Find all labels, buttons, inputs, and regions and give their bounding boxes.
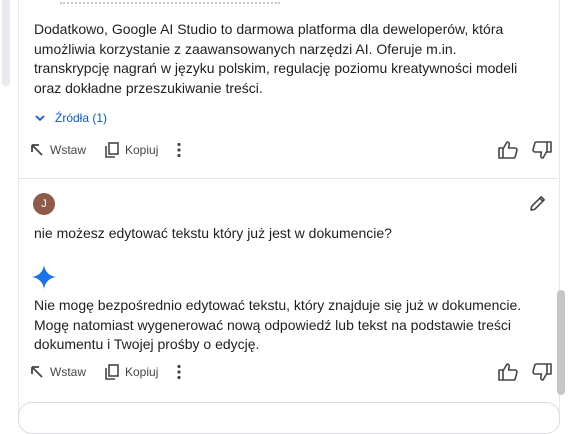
copy-label: Kopiuj: [125, 143, 159, 157]
copy-button[interactable]: Kopiuj: [105, 138, 158, 162]
thumbs-up-button[interactable]: [498, 138, 524, 162]
assistant-response-text: Nie mogę bezpośrednio edytować tekstu, k…: [34, 297, 522, 352]
assistant-response-text: Dodatkowo, Google AI Studio to darmowa p…: [34, 21, 518, 96]
thumbs-down-button[interactable]: [532, 360, 558, 384]
thumbs-down-icon: [532, 141, 552, 159]
more-options-button[interactable]: [176, 138, 188, 162]
thumbs-down-icon: [532, 363, 552, 381]
response-actions: Wstaw Kopiuj: [30, 138, 555, 162]
more-options-button[interactable]: [176, 360, 188, 384]
insert-arrow-icon: [31, 144, 43, 156]
sources-label: Źródła (1): [55, 111, 108, 125]
edit-button[interactable]: [529, 194, 547, 217]
thumbs-up-button[interactable]: [498, 360, 524, 384]
scrollbar-thumb[interactable]: [557, 290, 565, 395]
more-vert-icon: [177, 142, 181, 158]
user-message-text: nie możesz edytować tekstu który już jes…: [34, 225, 392, 241]
chevron-down-icon: [35, 115, 45, 122]
sources-toggle[interactable]: Źródła (1): [34, 111, 107, 125]
left-scrollbar[interactable]: [2, 0, 10, 86]
insert-label: Wstaw: [50, 365, 86, 379]
cut-off-text: [60, 0, 280, 4]
insert-button[interactable]: Wstaw: [30, 360, 86, 384]
avatar: J: [33, 193, 55, 215]
pencil-icon: [530, 196, 545, 211]
chat-input[interactable]: [18, 402, 560, 434]
message-divider: [18, 178, 558, 179]
insert-button[interactable]: Wstaw: [30, 138, 86, 162]
copy-icon: [105, 142, 119, 158]
more-vert-icon: [177, 364, 181, 380]
copy-label: Kopiuj: [125, 365, 159, 379]
insert-arrow-icon: [31, 366, 43, 378]
response-actions: Wstaw Kopiuj: [30, 360, 555, 384]
gemini-sparkle-icon: [32, 265, 56, 289]
copy-button[interactable]: Kopiuj: [105, 360, 158, 384]
thumbs-up-icon: [498, 363, 518, 381]
thumbs-up-icon: [498, 141, 518, 159]
thumbs-down-button[interactable]: [532, 138, 558, 162]
copy-icon: [105, 364, 119, 380]
insert-label: Wstaw: [50, 143, 86, 157]
